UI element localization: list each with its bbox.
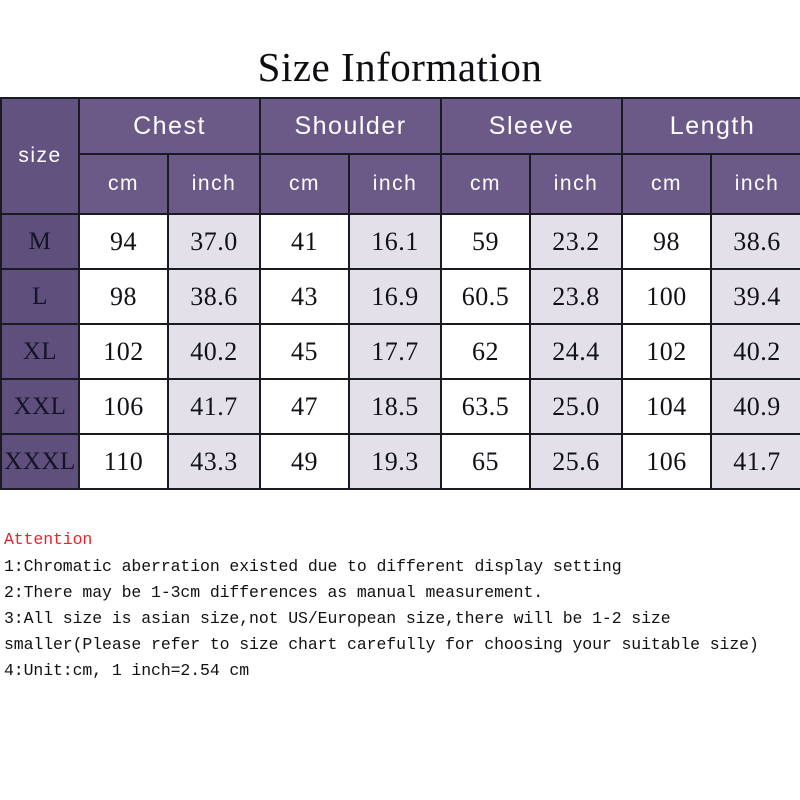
cell-shoulder-inch: 16.9 <box>347 268 443 325</box>
table-row: XXXL 110 43.3 49 19.3 65 25.6 106 41.7 <box>0 433 800 490</box>
attention-heading: Attention <box>4 530 93 549</box>
cell-length-cm: 104 <box>621 378 713 435</box>
cell-chest-inch: 38.6 <box>167 268 261 325</box>
row-size-label: XL <box>0 323 80 380</box>
attention-notes: Attention 1:Chromatic aberration existed… <box>4 527 784 684</box>
row-size-label: XXXL <box>0 433 80 490</box>
table-body: M 94 37.0 41 16.1 59 23.2 98 38.6 L 98 3… <box>0 213 800 490</box>
cell-sleeve-cm: 63.5 <box>440 378 532 435</box>
cell-sleeve-inch: 23.8 <box>529 268 624 325</box>
row-size-label: L <box>0 268 80 325</box>
row-size-label: M <box>0 213 80 270</box>
cell-shoulder-inch: 16.1 <box>347 213 443 270</box>
cell-length-inch: 41.7 <box>710 433 800 490</box>
cell-chest-inch: 41.7 <box>167 378 261 435</box>
header-group-length: Length <box>621 97 800 155</box>
cell-length-cm: 102 <box>621 323 713 380</box>
table-row: L 98 38.6 43 16.9 60.5 23.8 100 39.4 <box>0 268 800 325</box>
cell-length-cm: 100 <box>621 268 713 325</box>
table-header-group-row: size Chest Shoulder Sleeve Length <box>0 97 800 215</box>
header-unit-chest-cm: cm <box>78 153 169 215</box>
cell-sleeve-cm: 60.5 <box>440 268 532 325</box>
row-size-label: XXL <box>0 378 80 435</box>
header-unit-shoulder-inch: inch <box>347 153 443 215</box>
table-head: size Chest Shoulder Sleeve Length cm inc… <box>0 97 800 215</box>
cell-shoulder-inch: 19.3 <box>347 433 443 490</box>
cell-shoulder-cm: 49 <box>259 433 350 490</box>
cell-length-inch: 39.4 <box>710 268 800 325</box>
table-row: M 94 37.0 41 16.1 59 23.2 98 38.6 <box>0 213 800 270</box>
header-unit-shoulder-cm: cm <box>259 153 350 215</box>
cell-sleeve-cm: 65 <box>440 433 532 490</box>
cell-shoulder-inch: 18.5 <box>347 378 443 435</box>
cell-chest-inch: 43.3 <box>167 433 261 490</box>
cell-chest-cm: 106 <box>78 378 169 435</box>
header-unit-sleeve-cm: cm <box>440 153 532 215</box>
size-information-table: size Chest Shoulder Sleeve Length cm inc… <box>0 97 800 490</box>
cell-sleeve-inch: 23.2 <box>529 213 624 270</box>
cell-shoulder-cm: 45 <box>259 323 350 380</box>
note-line-2: 2:There may be 1-3cm differences as manu… <box>4 583 544 602</box>
table-header-unit-row: cm inch cm inch cm inch cm inch <box>1 153 800 215</box>
cell-chest-cm: 98 <box>78 268 169 325</box>
cell-length-inch: 38.6 <box>710 213 800 270</box>
cell-chest-inch: 37.0 <box>167 213 261 270</box>
cell-length-cm: 98 <box>621 213 713 270</box>
cell-sleeve-inch: 25.6 <box>529 433 624 490</box>
header-unit-length-inch: inch <box>710 153 800 215</box>
table-row: XXL 106 41.7 47 18.5 63.5 25.0 104 40.9 <box>0 378 800 435</box>
note-line-1: 1:Chromatic aberration existed due to di… <box>4 557 622 576</box>
size-chart-page: Size Information size Chest Shoulder Sle… <box>0 0 800 800</box>
cell-sleeve-inch: 25.0 <box>529 378 624 435</box>
cell-sleeve-inch: 24.4 <box>529 323 624 380</box>
note-line-4: 4:Unit:cm, 1 inch=2.54 cm <box>4 661 250 680</box>
cell-chest-inch: 40.2 <box>167 323 261 380</box>
header-group-shoulder: Shoulder <box>258 97 443 155</box>
header-group-sleeve: Sleeve <box>440 97 624 155</box>
header-unit-sleeve-inch: inch <box>529 153 624 215</box>
cell-shoulder-cm: 43 <box>259 268 350 325</box>
header-group-chest: Chest <box>78 97 261 155</box>
cell-length-inch: 40.2 <box>710 323 800 380</box>
cell-length-cm: 106 <box>621 433 713 490</box>
cell-chest-cm: 102 <box>78 323 169 380</box>
page-title: Size Information <box>257 44 543 90</box>
cell-shoulder-cm: 41 <box>259 213 350 270</box>
header-size: size <box>0 97 80 215</box>
cell-shoulder-cm: 47 <box>259 378 350 435</box>
cell-sleeve-cm: 59 <box>440 213 532 270</box>
cell-length-inch: 40.9 <box>710 378 800 435</box>
cell-chest-cm: 94 <box>78 213 169 270</box>
note-line-3: 3:All size is asian size,not US/European… <box>4 609 759 654</box>
header-unit-chest-inch: inch <box>167 153 261 215</box>
cell-sleeve-cm: 62 <box>440 323 532 380</box>
header-unit-length-cm: cm <box>621 153 713 215</box>
table-row: XL 102 40.2 45 17.7 62 24.4 102 40.2 <box>0 323 800 380</box>
cell-chest-cm: 110 <box>78 433 169 490</box>
cell-shoulder-inch: 17.7 <box>347 323 443 380</box>
